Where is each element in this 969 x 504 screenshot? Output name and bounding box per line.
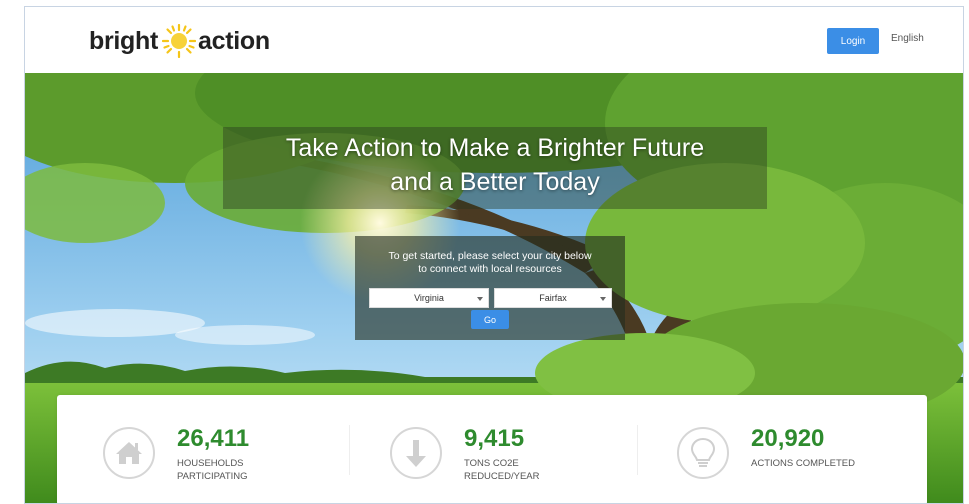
headline-line-2: and a Better Today: [390, 168, 600, 196]
households-label: HOUSEHOLDS PARTICIPATING: [177, 458, 248, 482]
co2-label: TONS CO2E REDUCED/YEAR: [464, 458, 540, 482]
stat-co2: 9,415 TONS CO2E REDUCED/YEAR: [390, 413, 610, 493]
stat-divider: [349, 425, 350, 475]
impact-stats-card: 26,411 HOUSEHOLDS PARTICIPATING 9,415 TO…: [57, 395, 927, 503]
chevron-down-icon: [600, 297, 606, 301]
logo-word-action: action: [198, 26, 270, 55]
hero-headline: Take Action to Make a Brighter Future an…: [223, 131, 767, 199]
prompt-line-1: To get started, please select your city …: [388, 250, 592, 262]
brand-logo[interactable]: bright action: [89, 23, 270, 59]
prompt-line-2: to connect with local resources: [418, 263, 562, 275]
language-selector[interactable]: English: [891, 33, 924, 44]
home-icon: [103, 427, 155, 479]
logo-word-bright: bright: [89, 26, 159, 55]
chevron-down-icon: [477, 297, 483, 301]
state-select-value: Virginia: [414, 293, 444, 303]
city-select-value: Fairfax: [539, 293, 567, 303]
site-header: bright action Login English: [25, 7, 963, 73]
households-count: 26,411: [177, 425, 250, 452]
headline-panel: Take Action to Make a Brighter Future an…: [223, 127, 767, 209]
city-selector-panel: To get started, please select your city …: [355, 236, 625, 340]
sun-logo-icon: [162, 24, 197, 58]
co2-count: 9,415: [464, 425, 525, 452]
lightbulb-icon: [677, 427, 729, 479]
stat-households: 26,411 HOUSEHOLDS PARTICIPATING: [103, 413, 323, 493]
headline-line-1: Take Action to Make a Brighter Future: [285, 134, 705, 162]
actions-label: ACTIONS COMPLETED: [751, 458, 855, 469]
city-prompt-text: To get started, please select your city …: [355, 250, 625, 276]
go-button[interactable]: Go: [471, 310, 509, 329]
city-select[interactable]: Fairfax: [494, 288, 612, 308]
stat-actions: 20,920 ACTIONS COMPLETED: [677, 413, 897, 493]
arrow-down-icon: [390, 427, 442, 479]
state-select[interactable]: Virginia: [369, 288, 489, 308]
hero-banner: Take Action to Make a Brighter Future an…: [25, 73, 963, 503]
page-frame: bright action Login English Take Action …: [24, 6, 964, 504]
actions-count: 20,920: [751, 425, 825, 452]
login-button[interactable]: Login: [827, 28, 879, 54]
stat-divider: [637, 425, 638, 475]
